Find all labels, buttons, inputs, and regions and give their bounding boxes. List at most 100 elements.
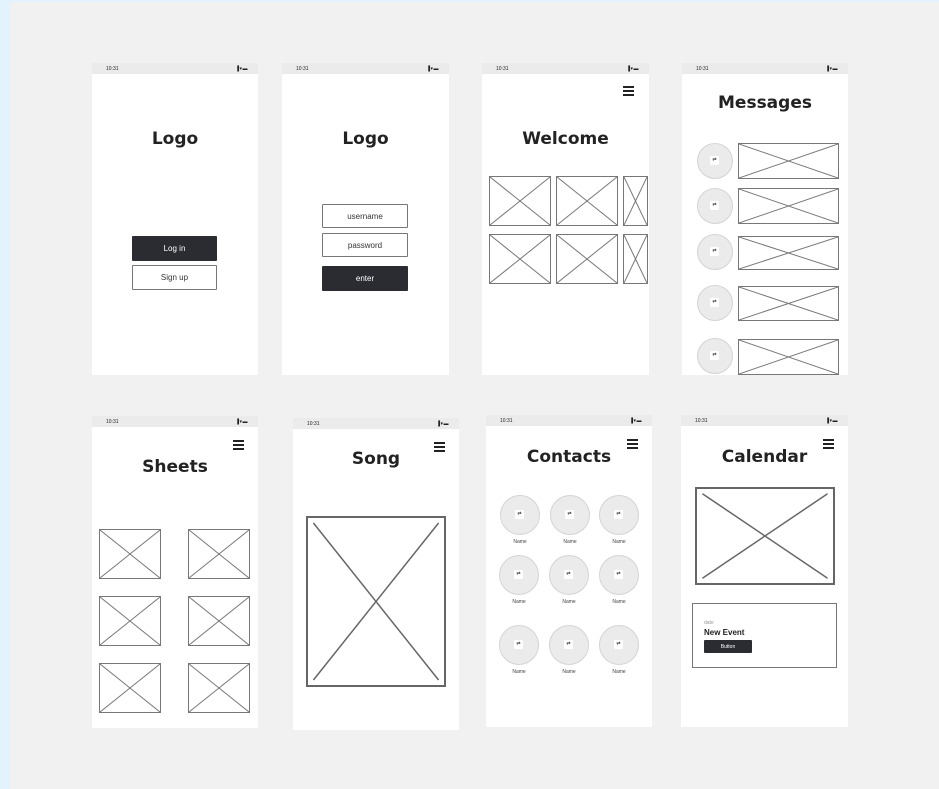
contact-name: Name (512, 669, 526, 675)
menu-icon[interactable] (233, 440, 244, 450)
sheet-placeholder[interactable] (188, 529, 250, 579)
image-placeholder (556, 234, 618, 284)
image-icon: ⇄ (514, 570, 523, 579)
status-time: 10:31 (307, 421, 320, 427)
status-bar: 10:31 ▐▾▬ (682, 63, 848, 74)
contact-name: Name (612, 669, 626, 675)
contact-name: Name (562, 669, 576, 675)
status-bar: 10:31 ▐▾▬ (482, 63, 649, 74)
message-placeholder[interactable] (738, 236, 839, 270)
avatar[interactable]: ⇄ (697, 234, 733, 270)
calendar-screen: 10:31 ▐▾▬ Calendar date New Event Button (681, 415, 848, 727)
image-icon: ⇄ (710, 351, 719, 360)
messages-screen: 10:31 ▐▾▬ Messages ⇄ ⇄ ⇄ ⇄ ⇄ (682, 63, 848, 375)
contacts-screen: 10:31 ▐▾▬ Contacts ⇄ Name ⇄ Name ⇄ Name … (486, 415, 652, 727)
message-placeholder[interactable] (738, 339, 839, 375)
image-icon: ⇄ (565, 510, 574, 519)
sheet-placeholder[interactable] (99, 663, 161, 713)
avatar[interactable]: ⇄ (697, 143, 733, 179)
welcome-title: Welcome (522, 129, 609, 149)
contact-avatar[interactable]: ⇄ (550, 495, 590, 535)
image-icon: ⇄ (564, 640, 573, 649)
contact-avatar[interactable]: ⇄ (499, 625, 539, 665)
image-icon: ⇄ (710, 298, 719, 307)
avatar[interactable]: ⇄ (697, 285, 733, 321)
status-bar: 10:31 ▐▾▬ (681, 415, 848, 426)
signal-wifi-battery-icon: ▐▾▬ (436, 421, 449, 427)
contact-name: Name (562, 599, 576, 605)
event-card[interactable]: date New Event Button (692, 603, 837, 668)
status-time: 10:31 (500, 418, 513, 424)
password-field[interactable]: password (322, 233, 408, 257)
song-title: Song (351, 449, 401, 469)
sheets-title: Sheets (142, 457, 208, 477)
image-placeholder (623, 234, 648, 284)
calendar-placeholder (695, 487, 835, 585)
sheet-placeholder[interactable] (99, 596, 161, 646)
image-icon: ⇄ (710, 247, 719, 256)
event-button[interactable]: Button (704, 640, 752, 653)
image-placeholder (489, 234, 551, 284)
signal-wifi-battery-icon: ▐▾▬ (426, 66, 439, 72)
signal-wifi-battery-icon: ▐▾▬ (235, 66, 248, 72)
contact-name: Name (512, 599, 526, 605)
avatar[interactable]: ⇄ (697, 188, 733, 224)
status-time: 10:31 (496, 66, 509, 72)
image-placeholder (556, 176, 618, 226)
album-art-placeholder (306, 516, 446, 687)
username-field[interactable]: username (322, 204, 408, 228)
status-bar: 10:31 ▐▾▬ (92, 416, 258, 427)
wireframe-canvas: 10:31 ▐▾▬ Logo Log in Sign up 10:31 ▐▾▬ … (10, 2, 939, 789)
logo-text: Logo (151, 129, 199, 149)
image-icon: ⇄ (614, 510, 623, 519)
status-bar: 10:31 ▐▾▬ (92, 63, 258, 74)
contact-name: Name (513, 539, 527, 545)
avatar[interactable]: ⇄ (697, 338, 733, 374)
status-time: 10:31 (106, 66, 119, 72)
contact-avatar[interactable]: ⇄ (500, 495, 540, 535)
contact-avatar[interactable]: ⇄ (599, 555, 639, 595)
status-bar: 10:31 ▐▾▬ (282, 63, 449, 74)
signal-wifi-battery-icon: ▐▾▬ (825, 418, 838, 424)
image-icon: ⇄ (614, 640, 623, 649)
contacts-title: Contacts (526, 447, 612, 467)
event-date: date (704, 620, 714, 626)
welcome-screen: 10:31 ▐▾▬ Welcome (482, 63, 649, 375)
menu-icon[interactable] (623, 86, 634, 96)
status-bar: 10:31 ▐▾▬ (293, 418, 459, 429)
signal-wifi-battery-icon: ▐▾▬ (825, 66, 838, 72)
status-bar: 10:31 ▐▾▬ (486, 415, 652, 426)
image-icon: ⇄ (514, 640, 523, 649)
sheet-placeholder[interactable] (188, 663, 250, 713)
contact-name: Name (612, 539, 626, 545)
message-placeholder[interactable] (738, 143, 839, 179)
login-screen: 10:31 ▐▾▬ Logo Log in Sign up (92, 63, 258, 375)
contact-avatar[interactable]: ⇄ (549, 625, 589, 665)
image-icon: ⇄ (614, 570, 623, 579)
image-icon: ⇄ (564, 570, 573, 579)
enter-button[interactable]: enter (322, 266, 408, 291)
signal-wifi-battery-icon: ▐▾▬ (626, 66, 639, 72)
contact-avatar[interactable]: ⇄ (499, 555, 539, 595)
signup-button[interactable]: Sign up (132, 265, 217, 290)
status-time: 10:31 (695, 418, 708, 424)
contact-name: Name (612, 599, 626, 605)
message-placeholder[interactable] (738, 188, 839, 224)
contact-name: Name (563, 539, 577, 545)
login-button[interactable]: Log in (132, 236, 217, 261)
credentials-screen: 10:31 ▐▾▬ Logo username password enter (282, 63, 449, 375)
image-icon: ⇄ (710, 156, 719, 165)
image-icon: ⇄ (515, 510, 524, 519)
contact-avatar[interactable]: ⇄ (599, 625, 639, 665)
calendar-title: Calendar (721, 447, 808, 467)
message-placeholder[interactable] (738, 286, 839, 321)
signal-wifi-battery-icon: ▐▾▬ (629, 418, 642, 424)
contact-avatar[interactable]: ⇄ (599, 495, 639, 535)
image-icon: ⇄ (710, 201, 719, 210)
contact-avatar[interactable]: ⇄ (549, 555, 589, 595)
sheet-placeholder[interactable] (188, 596, 250, 646)
sheet-placeholder[interactable] (99, 529, 161, 579)
image-placeholder (489, 176, 551, 226)
logo-text: Logo (342, 129, 389, 149)
event-title: New Event (704, 628, 745, 637)
